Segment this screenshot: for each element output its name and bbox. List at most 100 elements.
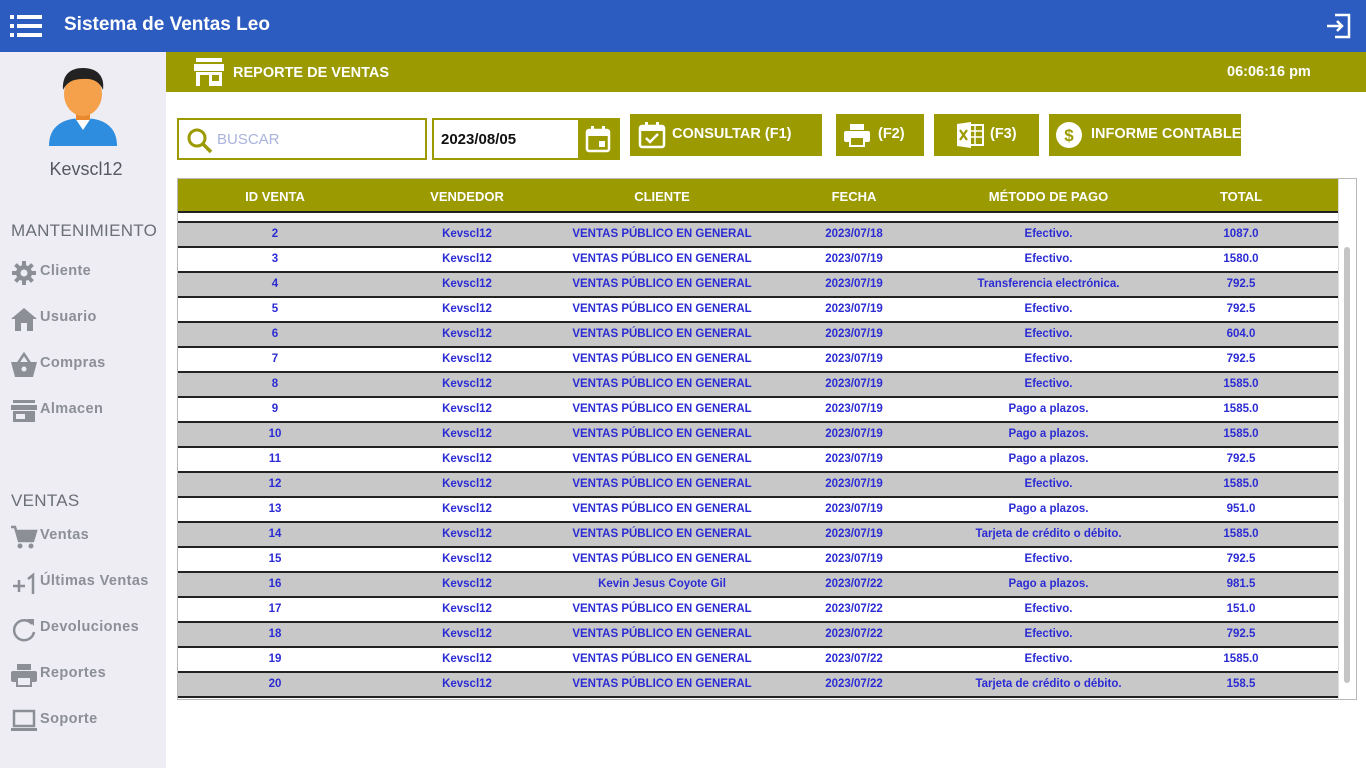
section-title-ventas: VENTAS: [11, 491, 80, 510]
logout-icon[interactable]: [1325, 12, 1353, 40]
table-cell: 2023/07/22: [825, 653, 883, 665]
table-cell: 792.5: [1226, 303, 1256, 315]
table-cell: 2023/07/19: [825, 353, 883, 365]
table-cell: 14: [268, 528, 282, 540]
table-cell: 17: [268, 603, 282, 615]
table-cell: 16: [268, 578, 282, 590]
accounting-report-button[interactable]: $ INFORME CONTABLE: [1049, 114, 1241, 156]
date-field[interactable]: 2023/08/05: [432, 118, 620, 160]
table-row[interactable]: 12 Kevscl12 VENTAS PÚBLICO EN GENERAL 2023/…: [178, 473, 1338, 498]
table-row[interactable]: 9 Kevscl12 VENTAS PÚBLICO EN GENERAL 2023/0…: [178, 398, 1338, 423]
table-cell: Tarjeta de crédito o débito.: [975, 528, 1122, 540]
table-cell: Kevscl12: [442, 628, 492, 640]
user-avatar: [49, 68, 117, 146]
search-field[interactable]: [177, 118, 427, 160]
laptop-icon: [11, 709, 37, 731]
table-cell: Kevscl12: [442, 478, 492, 490]
sidebar-item-almacen[interactable]: Almacen: [10, 396, 160, 426]
column-header-metodo-pago[interactable]: MÉTODO DE PAGO: [946, 189, 1151, 204]
table-cell: VENTAS PÚBLICO EN GENERAL: [572, 678, 752, 690]
sidebar-item-ultimas-ventas[interactable]: Últimas Ventas: [10, 568, 160, 598]
table-cell: 2023/07/19: [825, 453, 883, 465]
scrollbar-thumb[interactable]: [1344, 247, 1350, 683]
table-cell: Efectivo.: [1024, 628, 1073, 640]
excel-button[interactable]: (F3): [934, 114, 1039, 156]
table-cell: 2023/07/22: [825, 628, 883, 640]
sidebar-item-label: Almacen: [40, 401, 104, 417]
sidebar-item-label: Cliente: [40, 263, 92, 279]
store-icon: [11, 400, 37, 422]
table-row[interactable]: 17 Kevscl12 VENTAS PÚBLICO EN GENERAL 2023/…: [178, 598, 1338, 623]
table-cell: 2023/07/19: [825, 253, 883, 265]
sidebar-item-compras[interactable]: Compras: [10, 350, 160, 380]
table-cell: VENTAS PÚBLICO EN GENERAL: [572, 478, 752, 490]
table-row[interactable]: 16 Kevscl12 Kevin Jesus Coyote Gil 2023/07/…: [178, 573, 1338, 598]
table-cell: 1585.0: [1223, 528, 1259, 540]
table-cell: VENTAS PÚBLICO EN GENERAL: [572, 278, 752, 290]
excel-icon: [957, 122, 984, 148]
hamburger-menu-icon[interactable]: [10, 13, 42, 39]
table-cell: VENTAS PÚBLICO EN GENERAL: [572, 303, 752, 315]
home-icon: [11, 308, 37, 331]
sidebar-item-usuario[interactable]: Usuario: [10, 304, 160, 334]
table-cell: 951.0: [1226, 503, 1256, 515]
table-cell: 6: [271, 328, 279, 340]
table-cell: Kevscl12: [442, 253, 492, 265]
sidebar-item-cliente[interactable]: Cliente: [10, 258, 160, 288]
column-header-fecha[interactable]: FECHA: [762, 189, 946, 204]
table-cell: 792.5: [1226, 353, 1256, 365]
consult-button[interactable]: CONSULTAR (F1): [630, 114, 822, 156]
table-cell: Kevscl12: [442, 228, 492, 240]
table-row[interactable]: 10 Kevscl12 VENTAS PÚBLICO EN GENERAL 2023/…: [178, 423, 1338, 448]
table-cell: 1585.0: [1223, 403, 1259, 415]
table-scrollbar[interactable]: [1338, 179, 1356, 699]
column-header-vendedor[interactable]: VENDEDOR: [372, 189, 562, 204]
sidebar-item-ventas[interactable]: Ventas: [10, 522, 160, 552]
date-value: 2023/08/05: [441, 131, 517, 148]
sidebar-item-soporte[interactable]: Soporte: [10, 706, 160, 736]
table-row[interactable]: 5 Kevscl12 VENTAS PÚBLICO EN GENERAL 2023/0…: [178, 298, 1338, 323]
table-row[interactable]: 19 Kevscl12 VENTAS PÚBLICO EN GENERAL 2023/…: [178, 648, 1338, 673]
table-cell: 2023/07/19: [825, 328, 883, 340]
column-header-id[interactable]: ID VENTA: [178, 189, 372, 204]
calendar-button[interactable]: [578, 120, 618, 158]
column-header-total[interactable]: TOTAL: [1151, 189, 1331, 204]
table-row[interactable]: 7 Kevscl12 VENTAS PÚBLICO EN GENERAL 2023/0…: [178, 348, 1338, 373]
print-button[interactable]: (F2): [836, 114, 924, 156]
table-row[interactable]: 8 Kevscl12 VENTAS PÚBLICO EN GENERAL 2023/0…: [178, 373, 1338, 398]
table-cell: 19: [268, 653, 282, 665]
sidebar-item-reportes[interactable]: Reportes: [10, 660, 160, 690]
table-cell: 2023/07/19: [825, 428, 883, 440]
table-cell: Kevscl12: [442, 428, 492, 440]
column-header-cliente[interactable]: CLIENTE: [562, 189, 762, 204]
table-cell: 1585.0: [1223, 428, 1259, 440]
sidebar-item-devoluciones[interactable]: Devoluciones: [10, 614, 160, 644]
table-cell: 792.5: [1226, 628, 1256, 640]
table-cell: VENTAS PÚBLICO EN GENERAL: [572, 503, 752, 515]
table-row[interactable]: 15 Kevscl12 VENTAS PÚBLICO EN GENERAL 2023/…: [178, 548, 1338, 573]
sidebar-item-label: Ventas: [40, 527, 90, 543]
section-title-mantenimiento: MANTENIMIENTO: [11, 221, 158, 240]
calendar-check-icon: [638, 122, 666, 149]
table-row[interactable]: 4 Kevscl12 VENTAS PÚBLICO EN GENERAL 2023/0…: [178, 273, 1338, 298]
sidebar-item-label: Reportes: [40, 665, 107, 681]
table-row[interactable]: 2 Kevscl12 VENTAS PÚBLICO EN GENERAL 2023/0…: [178, 223, 1338, 248]
table-cell: VENTAS PÚBLICO EN GENERAL: [572, 378, 752, 390]
table-cell: VENTAS PÚBLICO EN GENERAL: [572, 528, 752, 540]
table-row[interactable]: 11 Kevscl12 VENTAS PÚBLICO EN GENERAL 2023/…: [178, 448, 1338, 473]
table-row[interactable]: 3 Kevscl12 VENTAS PÚBLICO EN GENERAL 2023/0…: [178, 248, 1338, 273]
table-cell: 8: [271, 378, 279, 390]
table-row[interactable]: 18 Kevscl12 VENTAS PÚBLICO EN GENERAL 2023/…: [178, 623, 1338, 648]
plus-one-icon: [13, 572, 35, 594]
table-row[interactable]: 13 Kevscl12 VENTAS PÚBLICO EN GENERAL 2023/…: [178, 498, 1338, 523]
table-cell: VENTAS PÚBLICO EN GENERAL: [572, 353, 752, 365]
excel-button-label: (F3): [990, 126, 1017, 142]
table-row[interactable]: 14 Kevscl12 VENTAS PÚBLICO EN GENERAL 2023/…: [178, 523, 1338, 548]
table-cell: Kevscl12: [442, 578, 492, 590]
table-cell: Efectivo.: [1024, 378, 1073, 390]
table-cell: 2023/07/19: [825, 278, 883, 290]
table-row[interactable]: 6 Kevscl12 VENTAS PÚBLICO EN GENERAL 2023/0…: [178, 323, 1338, 348]
table-row[interactable]: 20 Kevscl12 VENTAS PÚBLICO EN GENERAL 2023/…: [178, 673, 1338, 698]
search-input[interactable]: [217, 128, 417, 150]
table-cell: Pago a plazos.: [1008, 578, 1089, 590]
